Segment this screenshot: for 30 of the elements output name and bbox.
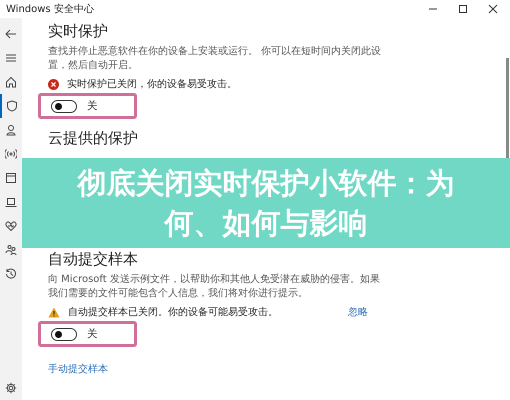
maximize-icon[interactable] — [458, 4, 468, 14]
section-heading: 云提供的保护 — [48, 129, 139, 148]
status-message: 实时保护已关闭，你的设备易受攻击。 — [67, 78, 238, 91]
toggle-label: 关 — [87, 99, 98, 113]
section-heading: 自动提交样本 — [48, 250, 139, 269]
toggle-switch[interactable] — [51, 328, 77, 340]
shield-icon[interactable] — [6, 100, 18, 112]
close-icon[interactable] — [488, 4, 498, 14]
dismiss-link[interactable]: 忽略 — [348, 305, 368, 319]
menu-icon[interactable] — [5, 52, 17, 64]
laptop-icon[interactable] — [5, 196, 17, 208]
wifi-icon[interactable] — [5, 148, 17, 160]
toggle-label: 关 — [87, 327, 98, 341]
back-icon[interactable] — [5, 28, 17, 40]
family-icon[interactable] — [5, 244, 17, 256]
section-description: 查找并停止恶意软件在你的设备上安装或运行。 你可以在短时间内关闭此设置，然后自动开启。 — [48, 45, 382, 73]
home-icon[interactable] — [5, 76, 17, 88]
status-message: 自动提交样本已关闭。你的设备可能易受攻击。 — [68, 306, 279, 319]
scrollbar-thumb[interactable] — [506, 58, 509, 158]
banner-title: 彻底关闭实时保护小软件：为何、如何与影响 — [76, 165, 456, 242]
toggle-switch[interactable] — [51, 100, 77, 112]
section-description: 向 Microsoft 发送示例文件，以帮助你和其他人免受潜在威胁的侵害。如果我们需要的文件可能包含个人信息，我们将对你进行提示。 — [48, 273, 381, 301]
person-icon[interactable] — [5, 124, 17, 136]
history-icon[interactable] — [5, 268, 17, 280]
window-title: Windows 安全中心 — [6, 2, 94, 16]
settings-icon[interactable] — [5, 382, 17, 394]
heart-icon[interactable] — [5, 220, 17, 232]
window-icon[interactable] — [5, 172, 17, 184]
submit-sample-link[interactable]: 手动提交样本 — [48, 362, 108, 376]
section-heading: 实时保护 — [48, 22, 109, 41]
